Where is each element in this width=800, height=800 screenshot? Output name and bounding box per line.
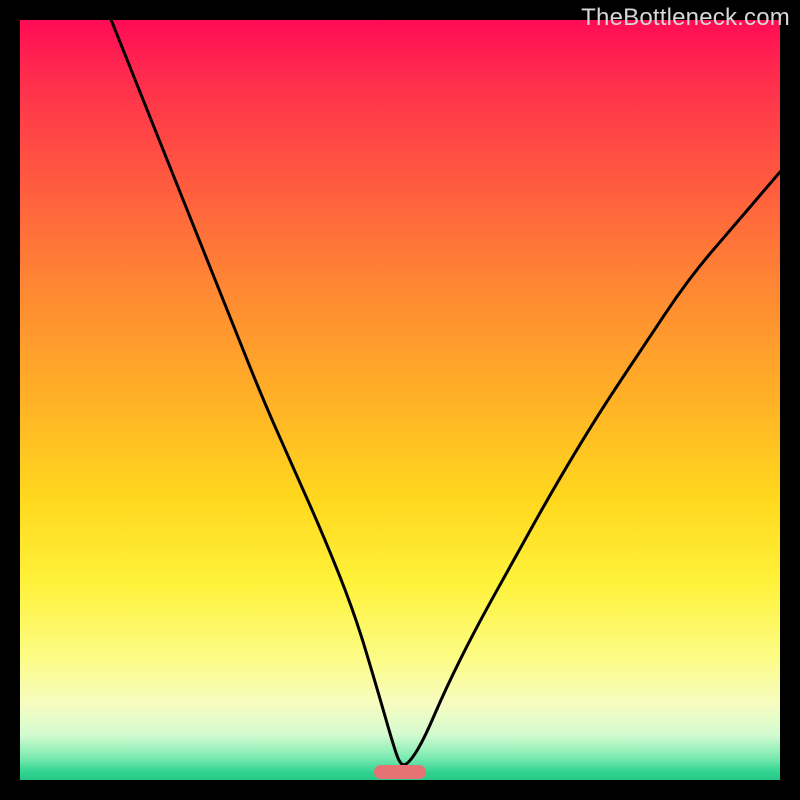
bottleneck-curve (20, 20, 780, 780)
chart-frame: TheBottleneck.com (0, 0, 800, 800)
watermark-text: TheBottleneck.com (581, 4, 790, 32)
plot-area (20, 20, 780, 780)
minimum-marker (374, 765, 426, 779)
